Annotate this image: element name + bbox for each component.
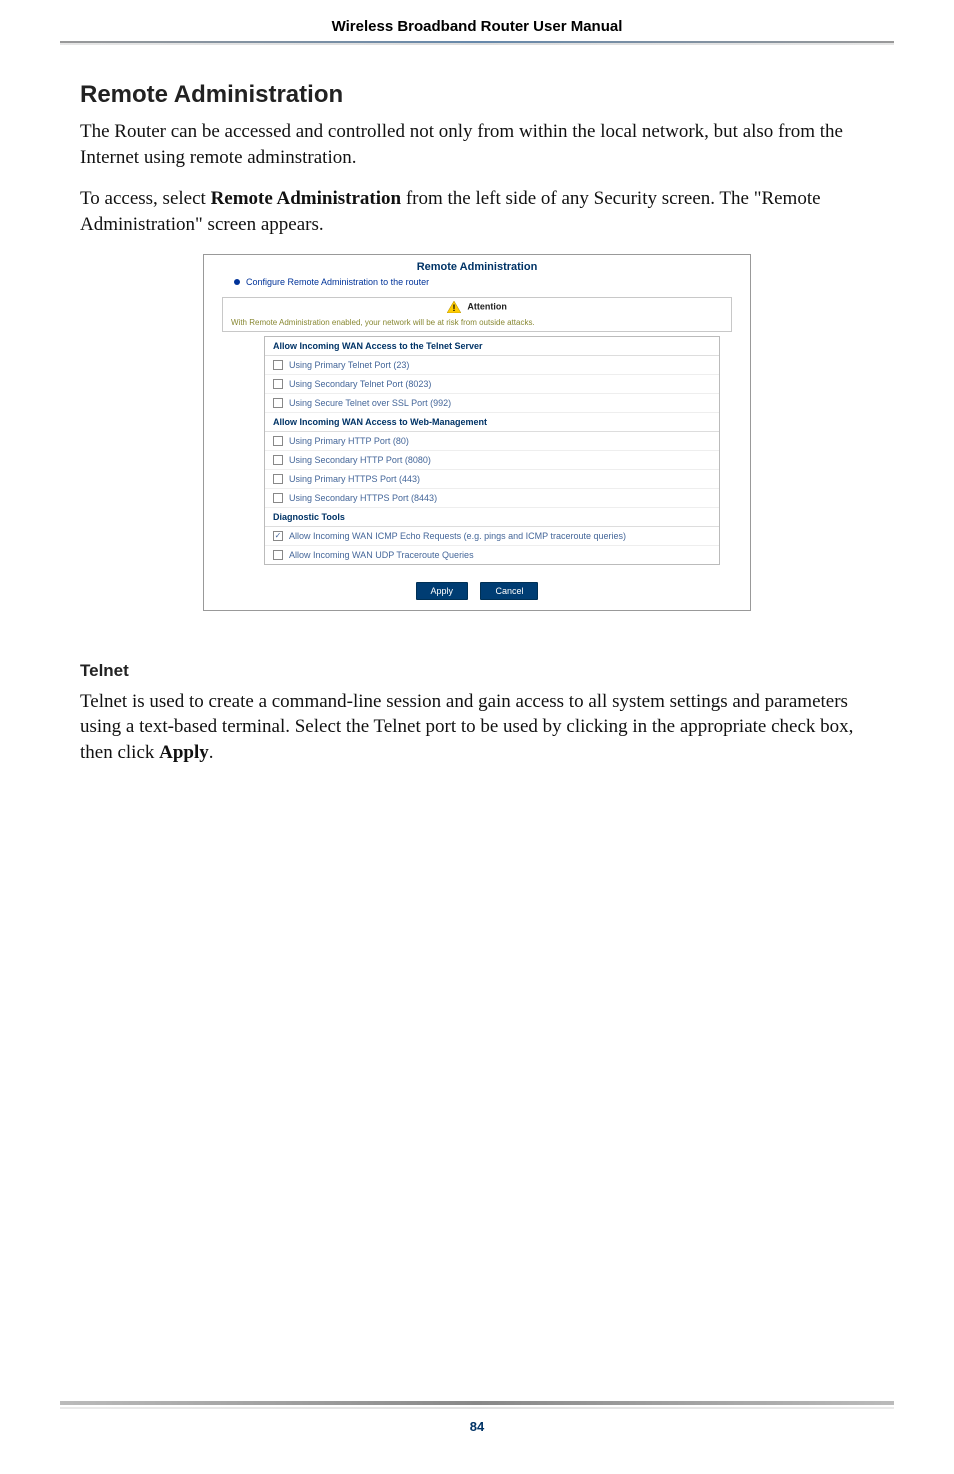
intro-paragraph-2: To access, select Remote Administration … (80, 186, 874, 237)
page-header-title: Wireless Broadband Router User Manual (0, 18, 954, 35)
page-number: 84 (0, 1419, 954, 1434)
checkbox-telnet-secondary[interactable] (273, 379, 283, 389)
header-divider-shadow (60, 43, 894, 45)
checkbox-telnet-ssl[interactable] (273, 398, 283, 408)
checkbox-http-secondary[interactable] (273, 455, 283, 465)
telnet-row-ssl: Using Secure Telnet over SSL Port (992) (265, 394, 719, 413)
web-section-header: Allow Incoming WAN Access to Web-Managem… (265, 413, 719, 432)
attention-box: ! Attention With Remote Administration e… (222, 297, 732, 332)
checkbox-icmp-echo[interactable]: ✓ (273, 531, 283, 541)
diag-row-1-label: Allow Incoming WAN UDP Traceroute Querie… (289, 550, 474, 560)
telnet-row-secondary: Using Secondary Telnet Port (8023) (265, 375, 719, 394)
warning-icon: ! (447, 301, 461, 313)
telnet-para-bold: Apply (159, 742, 209, 763)
diag-row-icmp: ✓ Allow Incoming WAN ICMP Echo Requests (… (265, 527, 719, 546)
button-row: Apply Cancel (204, 573, 750, 610)
ss-config-link: Configure Remote Administration to the r… (204, 277, 750, 293)
telnet-subsection-title: Telnet (80, 661, 874, 681)
checkbox-https-primary[interactable] (273, 474, 283, 484)
checkbox-udp-traceroute[interactable] (273, 550, 283, 560)
attention-header: ! Attention (223, 298, 731, 316)
apply-button[interactable]: Apply (416, 582, 469, 600)
web-row-3-label: Using Secondary HTTPS Port (8443) (289, 493, 437, 503)
web-row-1-label: Using Secondary HTTP Port (8080) (289, 455, 431, 465)
telnet-row-1-label: Using Secondary Telnet Port (8023) (289, 379, 431, 389)
bullet-icon (234, 279, 240, 285)
web-row-http-primary: Using Primary HTTP Port (80) (265, 432, 719, 451)
web-row-http-secondary: Using Secondary HTTP Port (8080) (265, 451, 719, 470)
section-title-remote-admin: Remote Administration (80, 81, 874, 109)
intro-paragraph-1: The Router can be accessed and controlle… (80, 119, 874, 170)
checkbox-http-primary[interactable] (273, 436, 283, 446)
footer-divider (60, 1401, 894, 1405)
telnet-row-primary: Using Primary Telnet Port (23) (265, 356, 719, 375)
checkbox-https-secondary[interactable] (273, 493, 283, 503)
telnet-paragraph: Telnet is used to create a command-line … (80, 689, 874, 766)
ss-title: Remote Administration (204, 255, 750, 277)
telnet-para-post: . (209, 742, 214, 763)
screenshot-remote-admin: Remote Administration Configure Remote A… (203, 254, 751, 611)
footer-divider-shadow (60, 1407, 894, 1409)
telnet-section-header: Allow Incoming WAN Access to the Telnet … (265, 337, 719, 356)
web-row-0-label: Using Primary HTTP Port (80) (289, 436, 409, 446)
telnet-row-0-label: Using Primary Telnet Port (23) (289, 360, 409, 370)
para2-pre: To access, select (80, 188, 211, 209)
diag-row-udp: Allow Incoming WAN UDP Traceroute Querie… (265, 546, 719, 564)
diag-section-header: Diagnostic Tools (265, 508, 719, 527)
attention-label: Attention (467, 301, 507, 311)
ss-bullet-text: Configure Remote Administration to the r… (246, 277, 429, 287)
web-row-2-label: Using Primary HTTPS Port (443) (289, 474, 420, 484)
telnet-row-2-label: Using Secure Telnet over SSL Port (992) (289, 398, 451, 408)
web-row-https-primary: Using Primary HTTPS Port (443) (265, 470, 719, 489)
ss-settings-panel: Allow Incoming WAN Access to the Telnet … (264, 336, 720, 565)
para2-bold: Remote Administration (211, 188, 402, 209)
cancel-button[interactable]: Cancel (480, 582, 538, 600)
diag-row-0-label: Allow Incoming WAN ICMP Echo Requests (e… (289, 531, 626, 541)
web-row-https-secondary: Using Secondary HTTPS Port (8443) (265, 489, 719, 508)
checkbox-telnet-primary[interactable] (273, 360, 283, 370)
svg-text:!: ! (453, 303, 456, 313)
attention-text: With Remote Administration enabled, your… (223, 316, 731, 331)
